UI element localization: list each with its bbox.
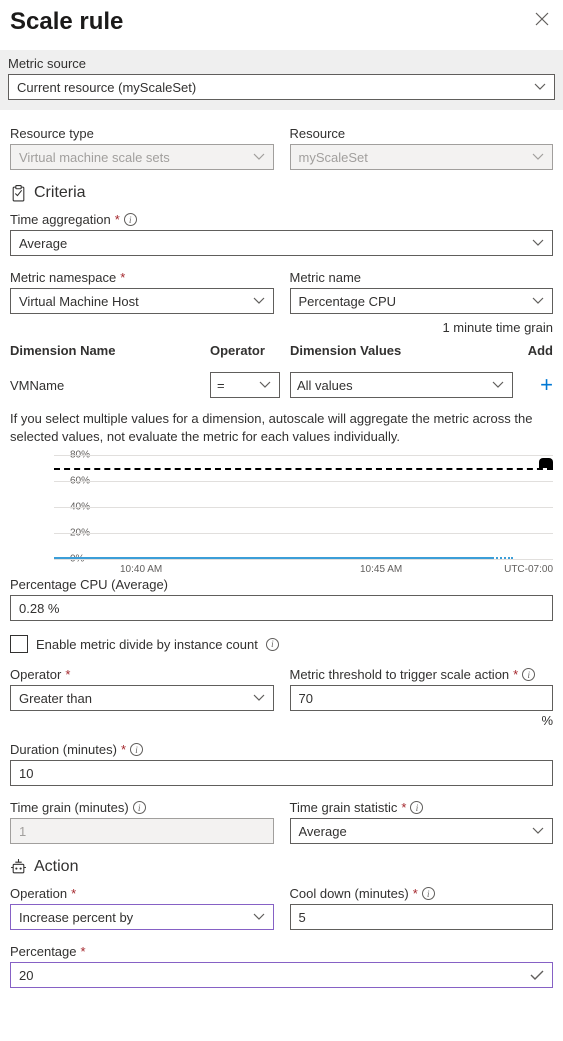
metric-ns-label: Metric namespace* [10,270,274,285]
time-agg-select[interactable]: Average [10,230,553,256]
cpu-avg-label: Percentage CPU (Average) [10,577,553,592]
metric-source-label: Metric source [8,56,555,71]
duration-input[interactable] [10,760,553,786]
time-agg-value: Average [19,236,67,251]
chevron-down-icon [532,153,544,161]
cooldown-label: Cool down (minutes)* i [290,886,554,901]
metric-chart: 80% 60% 40% 20% 0% 10:40 AM 10:45 AM UTC… [10,455,553,575]
resource-value: myScaleSet [299,150,368,165]
cooldown-field[interactable] [299,910,545,925]
enable-divide-label: Enable metric divide by instance count [36,637,258,652]
threshold-label: Metric threshold to trigger scale action… [290,667,554,682]
threshold-unit: % [290,713,554,728]
dimension-row: VMName = All values + [10,364,553,406]
metric-name-label: Metric name [290,270,554,285]
percentage-input[interactable] [10,962,553,988]
metric-ns-value: Virtual Machine Host [19,294,139,309]
metric-source-select[interactable]: Current resource (myScaleSet) [8,74,555,100]
threshold-field[interactable] [299,691,545,706]
info-icon[interactable]: i [130,743,143,756]
dimension-header: Dimension Name Operator Dimension Values… [10,337,553,364]
criteria-heading: Criteria [10,184,553,202]
metric-source-value: Current resource (myScaleSet) [17,80,196,95]
page-title: Scale rule [10,8,123,36]
action-heading: Action [10,858,553,876]
chevron-down-icon [259,381,271,389]
operation-label: Operation* [10,886,274,901]
robot-icon [10,859,27,876]
chevron-down-icon [532,239,544,247]
dimension-values-select[interactable]: All values [290,372,513,398]
operator-value: Greater than [19,691,92,706]
time-grain-value: 1 [19,824,26,839]
chevron-down-icon [532,297,544,305]
time-agg-label: Time aggregation* i [10,212,553,227]
resource-type-value: Virtual machine scale sets [19,150,170,165]
info-icon[interactable]: i [266,638,279,651]
info-icon[interactable]: i [522,668,535,681]
threshold-input[interactable] [290,685,554,711]
info-icon[interactable]: i [422,887,435,900]
close-icon[interactable] [531,8,553,35]
metric-name-value: Percentage CPU [299,294,397,309]
time-grain-input: 1 [10,818,274,844]
metric-ns-select[interactable]: Virtual Machine Host [10,288,274,314]
resource-select: myScaleSet [290,144,554,170]
chevron-down-icon [253,297,265,305]
enable-divide-checkbox[interactable] [10,635,28,653]
duration-label: Duration (minutes)* i [10,742,553,757]
dimension-op-select[interactable]: = [210,372,280,398]
chevron-down-icon [253,694,265,702]
time-grain-stat-select[interactable]: Average [290,818,554,844]
chevron-down-icon [532,827,544,835]
chevron-down-icon [253,913,265,921]
operation-select[interactable]: Increase percent by [10,904,274,930]
operator-label: Operator* [10,667,274,682]
resource-type-label: Resource type [10,126,274,141]
operator-select[interactable]: Greater than [10,685,274,711]
duration-field[interactable] [19,766,544,781]
chart-tz: UTC-07:00 [504,564,553,575]
operation-value: Increase percent by [19,910,133,925]
dimension-name: VMName [10,378,210,393]
metric-name-select[interactable]: Percentage CPU [290,288,554,314]
info-icon[interactable]: i [133,801,146,814]
time-grain-label: Time grain (minutes) i [10,800,274,815]
resource-label: Resource [290,126,554,141]
cooldown-input[interactable] [290,904,554,930]
info-icon[interactable]: i [410,801,423,814]
time-grain-stat-label: Time grain statistic* i [290,800,554,815]
percentage-field[interactable] [19,968,544,983]
chevron-down-icon [492,381,504,389]
chevron-down-icon [534,83,546,91]
add-dimension-button[interactable]: + [540,374,553,396]
chevron-down-icon [253,153,265,161]
dimension-note: If you select multiple values for a dime… [10,410,553,445]
time-grain-note: 1 minute time grain [10,320,553,335]
clipboard-icon [10,185,27,202]
resource-type-select: Virtual machine scale sets [10,144,274,170]
percentage-label: Percentage* [10,944,553,959]
time-grain-stat-value: Average [299,824,347,839]
cpu-avg-value: 0.28 % [10,595,553,621]
info-icon[interactable]: i [124,213,137,226]
